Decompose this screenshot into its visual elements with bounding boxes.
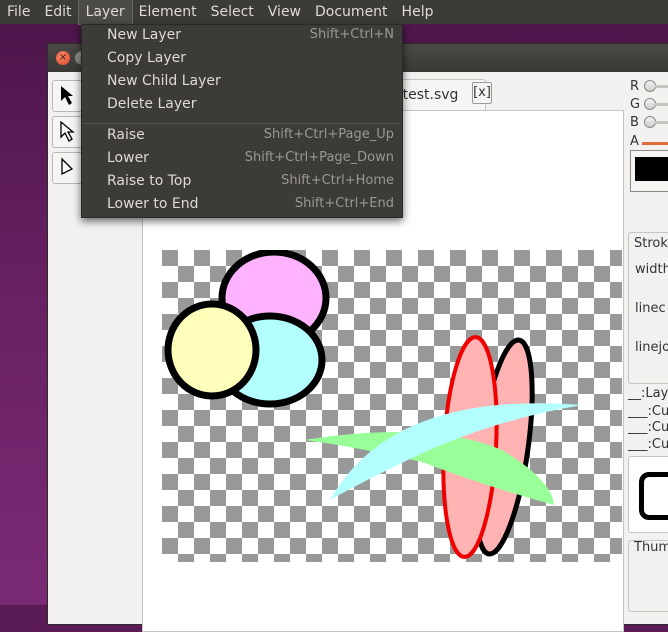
document-tab-close-button[interactable]: [x] <box>472 82 492 104</box>
menu-item-raise[interactable]: Raise Shift+Ctrl+Page_Up <box>82 125 402 148</box>
menu-item-shortcut: Shift+Ctrl+End <box>294 196 394 211</box>
node-tool-button[interactable] <box>52 116 84 148</box>
menu-element[interactable]: Element <box>132 0 204 24</box>
blue-channel-label: B <box>630 115 639 130</box>
color-swatch-fill <box>635 157 668 181</box>
menu-item-label: Raise to Top <box>107 173 192 189</box>
layer-list-item[interactable]: ___:Cu <box>628 404 668 419</box>
menu-item-delete-layer[interactable]: Delete Layer <box>82 94 402 117</box>
menu-document[interactable]: Document <box>308 0 395 24</box>
menu-item-label: New Child Layer <box>107 73 221 89</box>
blue-slider-track[interactable] <box>655 121 668 124</box>
artwork-canvas[interactable] <box>162 250 622 562</box>
arrow-select-icon <box>61 86 73 105</box>
menu-separator <box>84 123 400 124</box>
select-tool-button[interactable] <box>52 80 84 112</box>
menu-item-label: Delete Layer <box>107 96 197 112</box>
menu-item-label: Copy Layer <box>107 50 186 66</box>
tweak-tool-button[interactable] <box>52 152 84 184</box>
menu-item-lower-to-end[interactable]: Lower to End Shift+Ctrl+End <box>82 194 402 217</box>
stroke-panel-title: Strok <box>634 236 668 251</box>
layer-menu-dropdown: New Layer Shift+Ctrl+N Copy Layer New Ch… <box>81 24 403 218</box>
node-arrow-icon <box>60 121 75 142</box>
toolbox <box>52 80 84 620</box>
menu-file[interactable]: File <box>0 0 37 24</box>
preview-frame <box>628 456 668 533</box>
menu-item-shortcut: Shift+Ctrl+Page_Up <box>263 127 394 142</box>
menu-item-shortcut: Shift+Ctrl+Home <box>281 173 394 188</box>
menu-edit[interactable]: Edit <box>37 0 78 24</box>
stroke-linecap-label: linec <box>635 301 666 316</box>
current-color-swatch[interactable] <box>630 150 668 192</box>
menu-select[interactable]: Select <box>204 0 261 24</box>
menu-item-copy-layer[interactable]: Copy Layer <box>82 48 402 71</box>
red-slider-track[interactable] <box>655 85 668 88</box>
layer-list-item[interactable]: ___:Cu <box>628 420 668 435</box>
alpha-channel-label: A <box>630 134 639 149</box>
menu-help[interactable]: Help <box>395 0 441 24</box>
stroke-linejoin-label: linejo <box>635 340 668 355</box>
menu-item-shortcut: Shift+Ctrl+N <box>309 27 394 42</box>
green-slider-track[interactable] <box>655 103 668 106</box>
menu-item-label: Raise <box>107 127 145 143</box>
alpha-slider[interactable] <box>642 142 668 145</box>
layer-list-item[interactable]: ___:Cu <box>628 437 668 452</box>
menu-item-lower[interactable]: Lower Shift+Ctrl+Page_Down <box>82 148 402 171</box>
window-close-button[interactable]: × <box>56 51 70 65</box>
menu-item-raise-to-top[interactable]: Raise to Top Shift+Ctrl+Home <box>82 171 402 194</box>
thumbnail-panel-title: Thum <box>634 540 668 555</box>
green-channel-label: G <box>630 97 641 112</box>
menu-item-shortcut: Shift+Ctrl+Page_Down <box>244 150 394 165</box>
stroke-width-label: width <box>635 262 668 277</box>
layer-list-item[interactable]: __:Lay <box>628 386 668 401</box>
outline-arrow-icon <box>61 157 74 176</box>
menu-view[interactable]: View <box>261 0 308 24</box>
menu-item-new-child-layer[interactable]: New Child Layer <box>82 71 402 94</box>
red-channel-label: R <box>630 79 640 94</box>
menu-item-label: Lower <box>107 150 149 166</box>
menu-layer[interactable]: Layer <box>77 0 133 25</box>
yellow-circle[interactable] <box>164 300 260 400</box>
menubar: File Edit Layer Element Select View Docu… <box>0 0 668 25</box>
preview-shape <box>639 472 668 520</box>
menu-item-new-layer[interactable]: New Layer Shift+Ctrl+N <box>82 25 402 48</box>
menu-item-label: Lower to End <box>107 196 199 212</box>
menu-item-label: New Layer <box>107 27 182 43</box>
